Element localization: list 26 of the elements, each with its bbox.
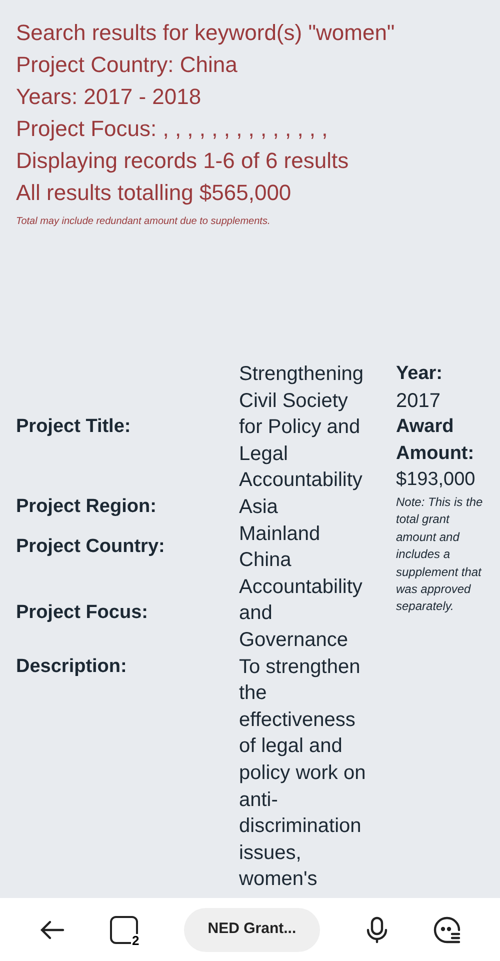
summary-line: Search results for keyword(s) "women"	[16, 19, 396, 47]
total-note: Total may include redundant amount due to supplements.	[16, 215, 272, 229]
field-value: To strengthen the effectiveness of legal and policy work on anti-discrimination issues, women's	[239, 654, 367, 892]
year-label: Year:	[396, 362, 444, 386]
page-title-pill[interactable]: NED Grant...	[184, 908, 320, 952]
year-value: 2017	[396, 388, 442, 414]
summary-line: Years: 2017 - 2018	[16, 83, 202, 111]
field-value: Accountability and Governance	[239, 574, 364, 653]
field-label: Project Title:	[16, 415, 132, 440]
field-label: Description:	[16, 654, 128, 679]
microphone-icon[interactable]	[366, 916, 388, 944]
summary-line: Project Country: China	[16, 51, 238, 79]
field-label: Project Region:	[16, 494, 158, 519]
amount-value: $193,000	[396, 468, 476, 492]
summary-line: All results totalling $565,000	[16, 179, 292, 207]
face-icon[interactable]	[433, 916, 462, 944]
amount-label: Award Amount:	[396, 415, 476, 466]
field-label: Project Focus:	[16, 601, 149, 626]
summary-line: Displaying records 1-6 of 6 results	[16, 147, 350, 175]
back-icon[interactable]	[38, 918, 65, 940]
field-label: Project Country:	[16, 534, 166, 559]
amount-note: Note: This is the total grant amount and includes a supplement that was approved separately.	[396, 494, 484, 616]
summary-line: Project Focus: , , , , , , , , , , , , , ,	[16, 115, 329, 143]
field-value: Strengthening Civil Society for Policy and Legal Accountability	[239, 362, 365, 494]
field-value: Mainland China	[239, 522, 322, 574]
field-value: Asia	[239, 494, 279, 520]
